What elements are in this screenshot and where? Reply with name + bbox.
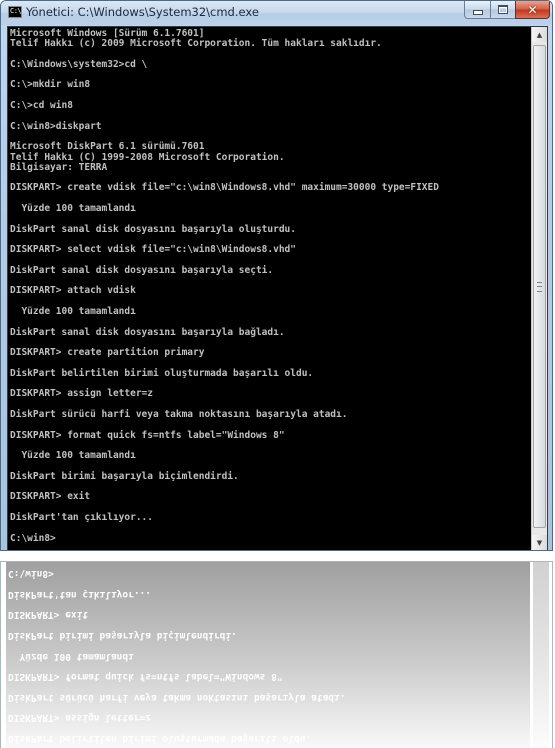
maximize-icon <box>498 5 508 14</box>
console-line: DISKPART> format quick fs=ntfs label="Wi… <box>10 429 285 441</box>
console-line: DiskPart sanal disk dosyasını başarıyla … <box>10 326 285 338</box>
console-line: DISKPART> attach vdisk <box>10 285 136 297</box>
console-line: C:\win8> <box>10 532 56 544</box>
console-line: DiskPart sürücü harfi veya takma noktası… <box>10 408 348 420</box>
thumb-grip-icon <box>537 282 542 292</box>
console-line: DiskPart sanal disk dosyasını başarıyla … <box>10 264 274 276</box>
scroll-down-arrow-icon: ▼ <box>536 538 543 547</box>
scrollbar-thumb[interactable] <box>533 45 546 528</box>
maximize-button[interactable] <box>490 1 516 19</box>
console-client-area: Microsoft Windows [Sürüm 6.1.7601] Telif … <box>7 26 548 550</box>
console-line: DiskPart'tan çıkılıyor... <box>10 511 153 523</box>
cmd-icon-text: C:\ <box>10 7 22 15</box>
console-line: C:\>cd win8 <box>10 100 73 112</box>
console-line: Yüzde 100 tamamlandı <box>10 306 136 318</box>
console-line: C:\>mkdir win8 <box>10 79 91 91</box>
console-line: Bilgisayar: TERRA <box>10 161 108 173</box>
console-line: C:\Windows\system32>cd \ <box>10 58 148 70</box>
scroll-up-button[interactable]: ▲ <box>532 27 547 42</box>
console-line: DISKPART> create vdisk file="c:\win8\Win… <box>10 182 439 194</box>
minimize-button[interactable] <box>464 1 491 19</box>
console-line: DiskPart birimi başarıyla biçimlendirdi. <box>10 470 239 482</box>
close-icon: ✕ <box>527 2 538 17</box>
console-line: Yüzde 100 tamamlandı <box>10 203 136 215</box>
reflection-fade-overlay <box>1 562 552 748</box>
cmd-window: C:\ Yönetici: C:\Windows\System32\cmd.ex… <box>0 0 553 551</box>
title-bar[interactable]: C:\ Yönetici: C:\Windows\System32\cmd.ex… <box>1 1 552 25</box>
console-line: Telif Hakkı (c) 2009 Microsoft Corporati… <box>10 38 382 50</box>
console-line: DiskPart belirtilen birimi oluşturmada b… <box>10 367 314 379</box>
scroll-down-button[interactable]: ▼ <box>532 535 547 550</box>
scroll-up-arrow-icon: ▲ <box>536 30 543 39</box>
minimize-icon <box>472 10 483 15</box>
console-line: Yüzde 100 tamamlandı <box>10 450 136 462</box>
close-button[interactable]: ✕ <box>515 1 550 19</box>
console-line: DISKPART> create partition primary <box>10 347 205 359</box>
window-title: Yönetici: C:\Windows\System32\cmd.exe <box>26 5 259 19</box>
console-line: DiskPart sanal disk dosyasını başarıyla … <box>10 223 296 235</box>
window-reflection: DiskPart belirtilen birimi oluşturmada b… <box>0 561 553 748</box>
console-line: DISKPART> assign letter=z <box>10 388 153 400</box>
console-line: C:\win8>diskpart <box>10 120 102 132</box>
cmd-app-icon[interactable]: C:\ <box>8 6 22 18</box>
screenshot-page: C:\ Yönetici: C:\Windows\System32\cmd.ex… <box>0 0 555 748</box>
vertical-scrollbar[interactable]: ▲ ▼ <box>531 27 547 550</box>
console-line: DISKPART> exit <box>10 491 91 503</box>
console-output[interactable]: Microsoft Windows [Sürüm 6.1.7601] Telif … <box>8 27 532 550</box>
console-line: DISKPART> select vdisk file="c:\win8\Win… <box>10 244 296 256</box>
